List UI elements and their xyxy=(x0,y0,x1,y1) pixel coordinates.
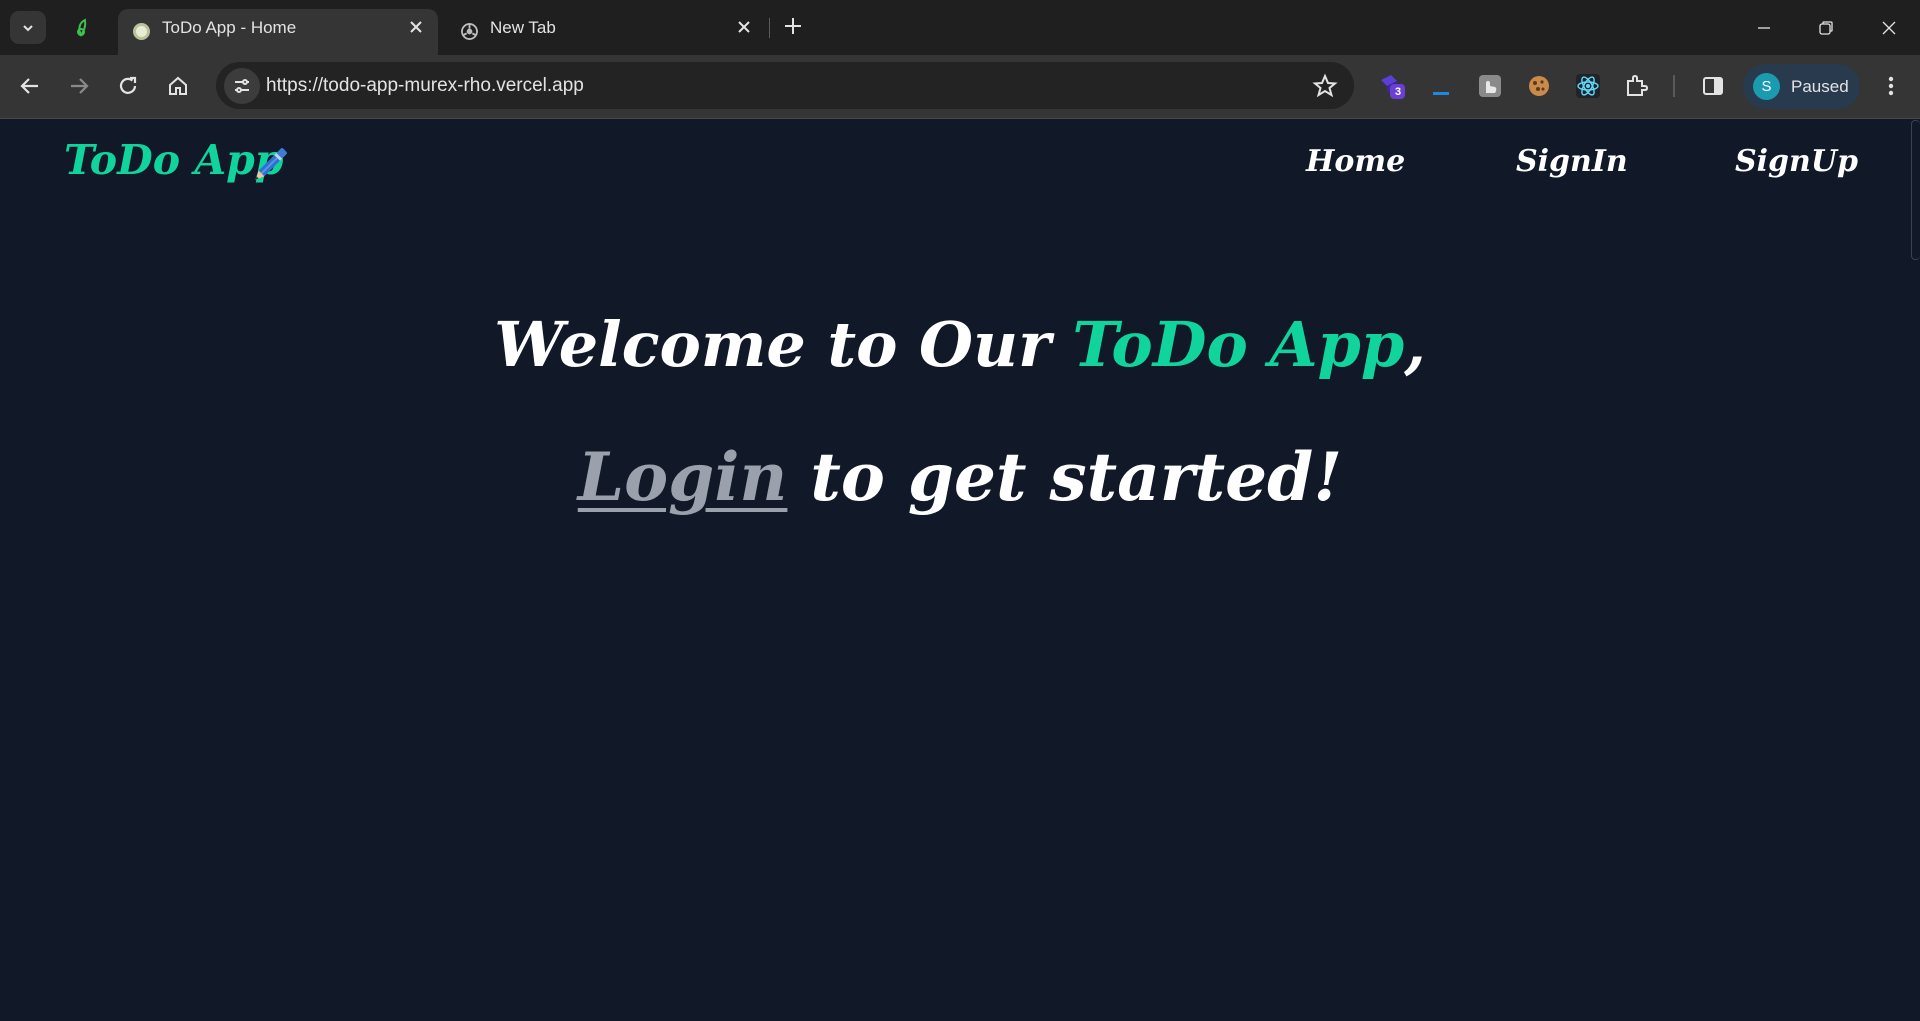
get-started-text: to get started! xyxy=(787,438,1343,516)
back-button[interactable] xyxy=(14,70,46,102)
hand-extension-icon xyxy=(1479,75,1501,97)
extension-react-button[interactable] xyxy=(1573,71,1603,101)
extension-badge: 3 xyxy=(1395,86,1402,98)
tab-title: New Tab xyxy=(490,18,556,37)
window-close-icon xyxy=(1882,21,1896,34)
side-panel-icon xyxy=(1703,77,1723,95)
kebab-menu-icon[interactable] xyxy=(1876,71,1906,101)
avatar: S xyxy=(1753,73,1780,100)
get-started-heading: Login to get started! xyxy=(0,438,1920,516)
extension-purple-button[interactable]: 3 xyxy=(1377,71,1407,101)
tab-new-tab[interactable]: New Tab xyxy=(446,9,766,55)
new-tab-icon[interactable] xyxy=(780,13,806,39)
todo-favicon-icon xyxy=(133,23,150,40)
extensions-puzzle-icon xyxy=(1627,74,1649,96)
cookie-icon xyxy=(1529,76,1549,96)
nav-signin-link[interactable]: SignIn xyxy=(1516,144,1628,179)
address-bar[interactable]: https://todo-app-murex-rho.vercel.app xyxy=(216,62,1354,109)
welcome-app-name: ToDo App xyxy=(1072,308,1405,381)
chevron-down-icon xyxy=(23,24,33,31)
reload-icon xyxy=(119,76,137,94)
scrollbar-thumb[interactable] xyxy=(1911,120,1920,260)
pencil-icon xyxy=(255,148,287,180)
minimize-icon xyxy=(1758,26,1770,29)
restore-icon xyxy=(1819,20,1833,35)
welcome-heading: Welcome to Our ToDo App, xyxy=(0,308,1920,381)
site-info-button[interactable] xyxy=(224,68,260,104)
site-info-icon xyxy=(235,79,249,93)
home-button[interactable] xyxy=(162,70,194,102)
tab-todo-home[interactable]: ToDo App - Home xyxy=(118,9,438,55)
nav-home-link[interactable]: Home xyxy=(1306,144,1405,179)
browser-tabstrip: ToDo App - Home New Tab xyxy=(0,0,1920,55)
forward-button[interactable] xyxy=(63,70,95,102)
browser-toolbar: https://todo-app-murex-rho.vercel.app 3 … xyxy=(0,55,1920,119)
react-icon xyxy=(1576,74,1600,98)
nav-signup-link[interactable]: SignUp xyxy=(1735,144,1858,179)
url-text[interactable]: https://todo-app-murex-rho.vercel.app xyxy=(266,62,584,109)
welcome-prefix: Welcome to Our xyxy=(494,308,1073,381)
restore-button[interactable] xyxy=(1795,0,1857,55)
tab-separator xyxy=(769,18,770,38)
profile-button[interactable]: S Paused xyxy=(1743,64,1860,109)
extension-cookie-button[interactable] xyxy=(1524,71,1554,101)
login-link[interactable]: Login xyxy=(578,438,788,516)
reload-button[interactable] xyxy=(112,70,144,102)
pinned-tab-icon xyxy=(77,17,87,37)
dash-extension-icon xyxy=(1433,92,1449,95)
welcome-suffix: , xyxy=(1404,308,1426,381)
forward-icon xyxy=(71,78,89,94)
web-page: ToDo App Home SignIn SignUp Welcome to O… xyxy=(0,120,1920,1021)
minimize-button[interactable] xyxy=(1733,0,1795,55)
window-close-button[interactable] xyxy=(1858,0,1920,55)
close-icon[interactable] xyxy=(734,17,754,37)
tab-title: ToDo App - Home xyxy=(162,18,297,37)
home-icon xyxy=(169,76,187,95)
extensions-button[interactable] xyxy=(1622,71,1652,101)
back-icon xyxy=(20,78,38,94)
chrome-icon xyxy=(461,23,478,40)
pinned-tab[interactable] xyxy=(64,11,100,44)
purple-extension-icon xyxy=(1381,75,1405,99)
tab-search-button[interactable] xyxy=(10,11,46,44)
toolbar-separator xyxy=(1673,75,1675,97)
side-panel-button[interactable] xyxy=(1698,71,1728,101)
profile-status-label: Paused xyxy=(1791,77,1849,96)
close-icon[interactable] xyxy=(406,17,426,37)
extension-hand-button[interactable] xyxy=(1475,71,1505,101)
extension-blue-dash-button[interactable] xyxy=(1426,71,1456,101)
bookmark-star-icon[interactable] xyxy=(1312,73,1338,99)
